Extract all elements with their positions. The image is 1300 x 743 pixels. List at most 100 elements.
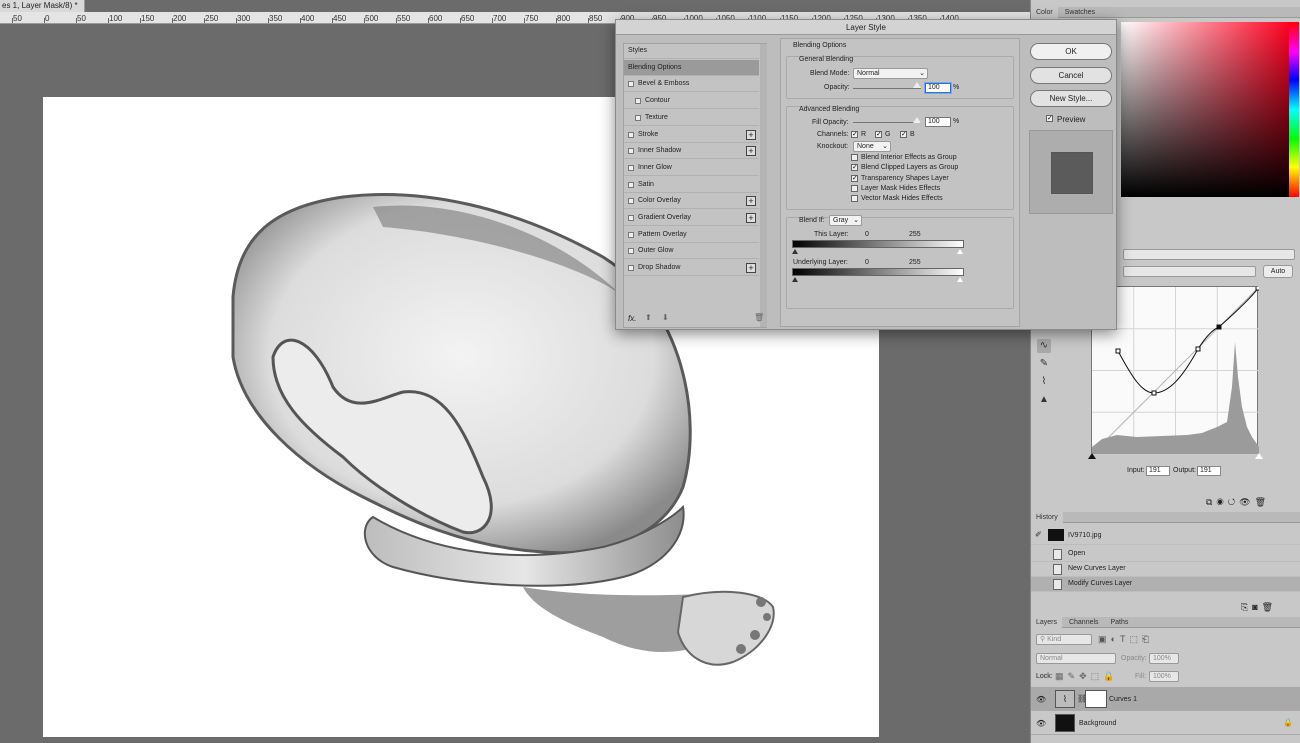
output-field[interactable]: 191	[1197, 466, 1221, 476]
channel-b-checkbox[interactable]	[900, 131, 907, 138]
add-effect-plus-icon[interactable]: +	[746, 263, 756, 274]
channel-r-checkbox[interactable]	[851, 131, 858, 138]
tab-history[interactable]: History	[1031, 512, 1063, 523]
knockout-select[interactable]: None ⌄	[853, 141, 891, 152]
tab-color[interactable]: Color	[1031, 7, 1058, 18]
layer-mask-thumbnail[interactable]	[1085, 690, 1107, 708]
camera-icon[interactable]: ◙	[1252, 602, 1261, 612]
tab-layers[interactable]: Layers	[1031, 617, 1063, 628]
blend-option-checkbox[interactable]	[851, 195, 858, 203]
blend-option-checkbox[interactable]	[851, 154, 858, 161]
tab-swatches[interactable]: Swatches	[1060, 7, 1100, 18]
style-item-blending-options[interactable]: Blending Options	[624, 59, 759, 76]
fill-opacity-field[interactable]: 100	[925, 117, 951, 127]
style-item-satin[interactable]: Satin	[624, 177, 759, 193]
layer-name[interactable]: Background	[1079, 720, 1116, 727]
curve-edit-icon[interactable]: ∿	[1037, 339, 1051, 353]
style-item-outer-glow[interactable]: Outer Glow	[624, 243, 759, 260]
new-style-button[interactable]: New Style...	[1030, 90, 1112, 107]
fill-field[interactable]: 100%	[1149, 671, 1179, 682]
cancel-button[interactable]: Cancel	[1030, 67, 1112, 84]
delete-icon[interactable]: 🗑	[1255, 497, 1270, 507]
lock-pixels-icon[interactable]: ▦	[1055, 671, 1068, 681]
tab-channels[interactable]: Channels	[1064, 617, 1104, 628]
style-checkbox[interactable]	[628, 265, 634, 272]
underlying-white-thumb[interactable]	[957, 277, 963, 282]
layers-opacity-field[interactable]: 100%	[1149, 653, 1179, 664]
style-item-inner-shadow[interactable]: Inner Shadow +	[624, 143, 759, 160]
style-checkbox[interactable]	[628, 81, 634, 88]
pencil-icon[interactable]: ✎	[1037, 357, 1051, 371]
shape-filter-icon[interactable]: ⬚	[1129, 634, 1142, 644]
style-item-styles[interactable]: Styles	[624, 43, 759, 59]
style-checkbox[interactable]	[628, 215, 634, 221]
document-tab[interactable]: es 1, Layer Mask/8) *	[0, 0, 85, 12]
history-snapshot[interactable]: ✐ IV9710.jpg	[1031, 527, 1300, 545]
move-down-icon[interactable]: ⬇	[662, 313, 669, 322]
layer-row-background[interactable]: 👁 Background 🔒	[1031, 711, 1300, 735]
layer-blend-select[interactable]: Normal	[1036, 653, 1116, 664]
smooth-curve-icon[interactable]: ⌇	[1037, 375, 1051, 389]
history-item[interactable]: Open	[1031, 547, 1300, 562]
eye-icon[interactable]: 👁	[1036, 719, 1046, 728]
layer-name[interactable]: Curves 1	[1109, 696, 1137, 703]
clip-to-layer-icon[interactable]: ⧉	[1206, 497, 1216, 507]
ok-button[interactable]: OK	[1030, 43, 1112, 60]
smart-filter-icon[interactable]: ⎗	[1142, 634, 1153, 644]
opacity-slider-thumb[interactable]	[913, 82, 921, 88]
style-item-contour[interactable]: Contour	[624, 93, 759, 110]
opacity-slider-track[interactable]	[853, 88, 921, 89]
style-item-drop-shadow[interactable]: Drop Shadow +	[624, 260, 759, 277]
history-item[interactable]: New Curves Layer	[1031, 562, 1300, 577]
lock-paint-icon[interactable]: ✎	[1068, 671, 1080, 681]
hue-slider[interactable]	[1289, 22, 1299, 197]
style-checkbox[interactable]	[628, 131, 634, 138]
blend-option-checkbox[interactable]	[851, 164, 858, 172]
preview-checkbox[interactable]	[1046, 115, 1053, 122]
trash-icon[interactable]: 🗑	[1262, 602, 1277, 612]
blend-option-checkbox[interactable]	[851, 174, 858, 182]
blend-if-select[interactable]: Gray ⌄	[829, 215, 862, 226]
this-layer-white-thumb[interactable]	[957, 249, 963, 254]
style-checkbox[interactable]	[628, 164, 634, 171]
channel-g-checkbox[interactable]	[875, 131, 882, 138]
blend-option-checkbox[interactable]	[851, 184, 858, 192]
history-item[interactable]: Modify Curves Layer	[1031, 577, 1300, 592]
this-layer-black-thumb[interactable]	[792, 249, 798, 254]
fill-opacity-slider-track[interactable]	[853, 122, 921, 123]
curves-preset-select[interactable]	[1123, 249, 1295, 260]
styles-scrollbar[interactable]	[760, 44, 767, 327]
color-spectrum[interactable]	[1121, 22, 1291, 197]
white-point-slider[interactable]	[1255, 453, 1263, 459]
style-checkbox[interactable]	[628, 248, 634, 255]
lock-artboard-icon[interactable]: ⬚	[1091, 671, 1104, 681]
add-effect-plus-icon[interactable]: +	[746, 213, 756, 223]
add-effect-plus-icon[interactable]: +	[746, 196, 756, 207]
style-item-bevel-emboss[interactable]: Bevel & Emboss	[624, 76, 759, 93]
style-item-pattern-overlay[interactable]: Pattern Overlay	[624, 227, 759, 243]
style-checkbox[interactable]	[628, 198, 634, 205]
opacity-field[interactable]: 100	[925, 83, 951, 93]
filter-kind-select[interactable]: ⚲ Kind	[1036, 634, 1092, 645]
style-checkbox[interactable]	[628, 231, 634, 238]
style-checkbox[interactable]	[635, 98, 641, 105]
style-item-gradient-overlay[interactable]: Gradient Overlay +	[624, 210, 759, 226]
input-field[interactable]: 191	[1146, 466, 1170, 476]
fx-icon[interactable]: fx.	[628, 314, 636, 323]
lock-position-icon[interactable]: ✥	[1079, 671, 1091, 681]
eye-icon[interactable]: 👁	[1036, 695, 1046, 704]
adjustment-filter-icon[interactable]: ◐	[1111, 634, 1120, 644]
view-previous-icon[interactable]: ◉	[1216, 497, 1227, 507]
reset-icon[interactable]: ↺	[1228, 497, 1240, 507]
tab-paths[interactable]: Paths	[1106, 617, 1134, 628]
underlying-layer-gradient[interactable]	[792, 268, 964, 276]
curves-channel-select[interactable]	[1123, 266, 1256, 277]
blend-mode-select[interactable]: Normal ⌄	[853, 68, 928, 79]
move-up-icon[interactable]: ⬆	[645, 313, 652, 322]
new-document-icon[interactable]: ⎘	[1241, 602, 1252, 612]
style-checkbox[interactable]	[628, 181, 634, 188]
underlying-black-thumb[interactable]	[792, 277, 798, 282]
trash-icon[interactable]: 🗑	[754, 313, 764, 322]
pixel-filter-icon[interactable]: ▣	[1098, 634, 1111, 644]
fill-opacity-slider-thumb[interactable]	[913, 117, 921, 123]
